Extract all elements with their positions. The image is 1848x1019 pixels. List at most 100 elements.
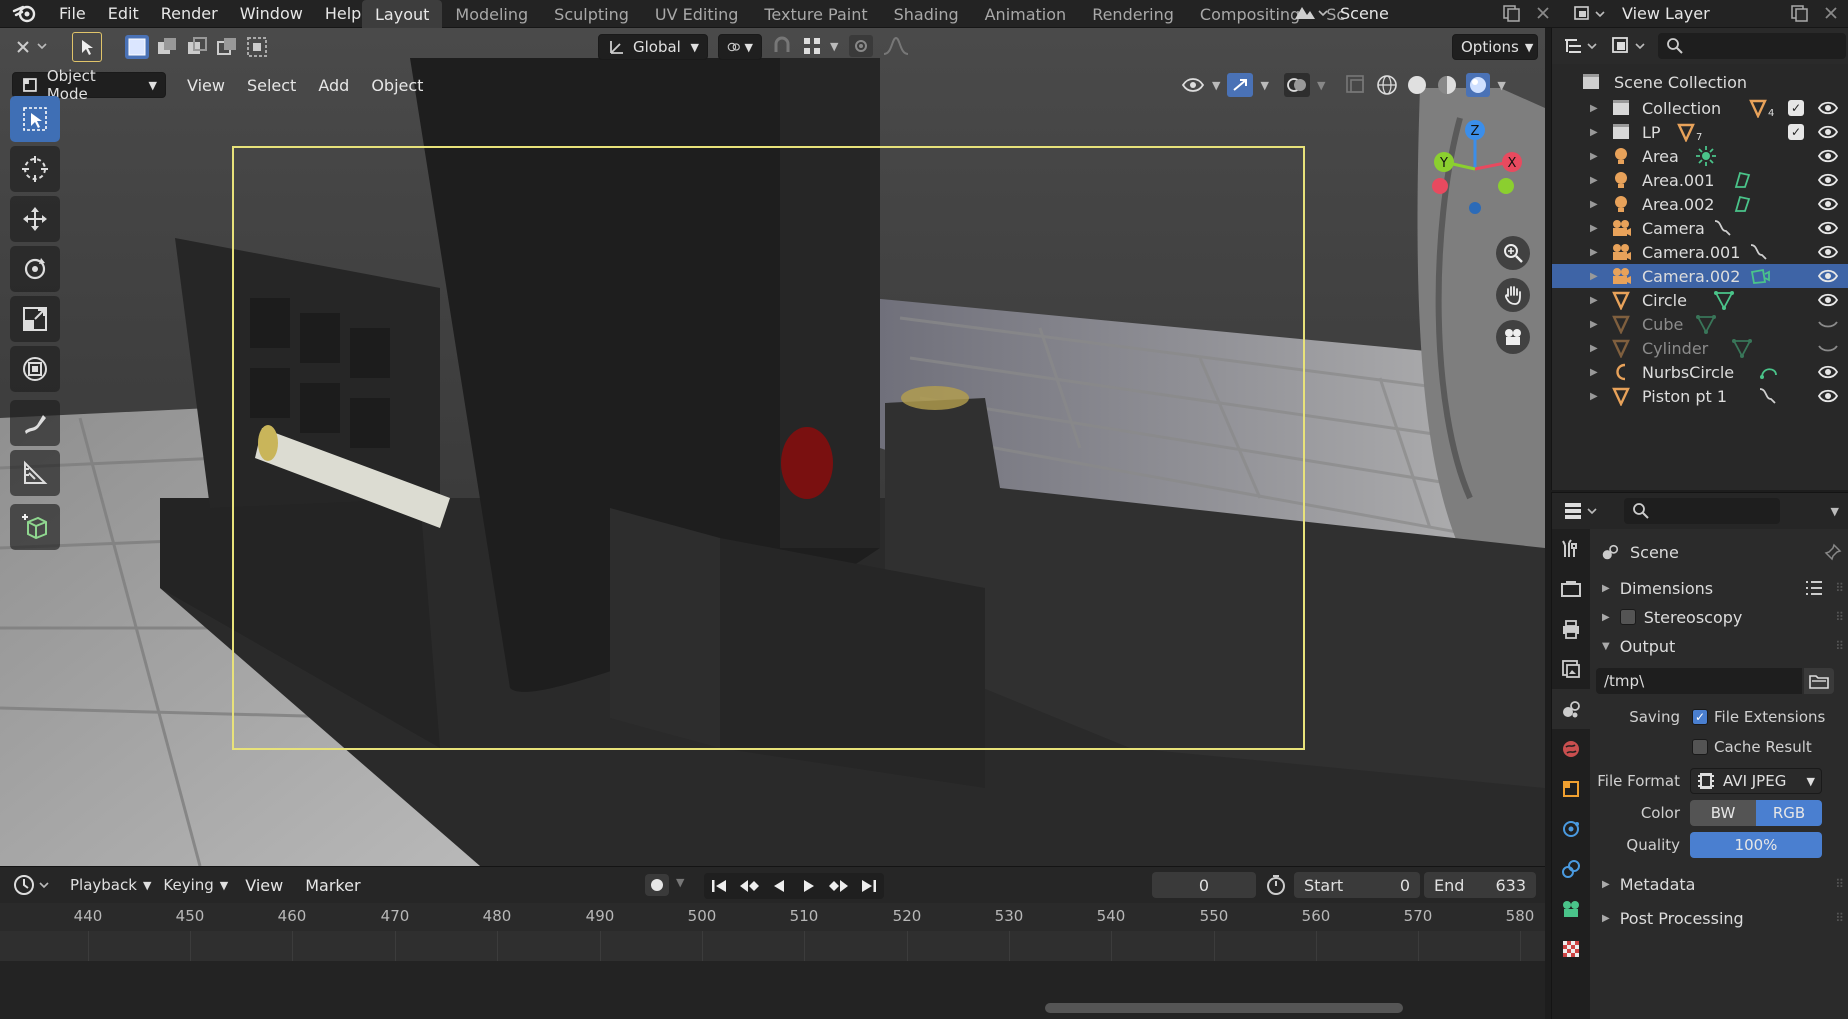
panel-stereoscopy-header[interactable]: ▶ Stereoscopy ⠿ xyxy=(1596,602,1846,632)
outliner-item[interactable]: ▶ Circle xyxy=(1552,288,1848,312)
view-layer-selector[interactable]: View Layer xyxy=(1568,0,1848,26)
vertex-data-icon[interactable] xyxy=(1694,313,1718,335)
exclude-checkbox[interactable]: ✓ xyxy=(1788,100,1804,116)
wireframe-shading-icon[interactable] xyxy=(1375,73,1399,97)
constraint-icon[interactable] xyxy=(1757,385,1781,407)
menu-window[interactable]: Window xyxy=(229,4,314,23)
select-invert-icon[interactable] xyxy=(214,34,240,60)
panel-output-header[interactable]: ▼ Output ⠿ xyxy=(1596,631,1846,661)
outliner-item[interactable]: ▶ Area xyxy=(1552,144,1848,168)
vertex-data-icon[interactable] xyxy=(1712,289,1736,311)
options-dropdown[interactable]: Options ▼ xyxy=(1452,34,1538,60)
select-box-tool[interactable] xyxy=(10,96,60,142)
stereoscopy-checkbox[interactable] xyxy=(1619,609,1636,625)
start-frame-field[interactable]: Start 0 xyxy=(1294,872,1420,898)
tab-modeling[interactable]: Modeling xyxy=(442,0,541,28)
expand-arrow-icon[interactable]: ▶ xyxy=(1590,319,1598,330)
drag-handle-icon[interactable]: ⠿ xyxy=(1835,911,1844,925)
color-mode-rgb[interactable]: RGB xyxy=(1756,800,1822,826)
select-box-tool-icon[interactable] xyxy=(72,32,102,62)
panel-metadata-header[interactable]: ▶ Metadata ⠿ xyxy=(1596,869,1846,899)
chevron-down-icon[interactable]: ▼ xyxy=(1497,79,1505,92)
timeline-editor-type-icon[interactable] xyxy=(12,873,54,897)
drag-handle-icon[interactable]: ⠿ xyxy=(1835,877,1844,891)
menu-edit[interactable]: Edit xyxy=(97,4,150,23)
panel-dimensions-header[interactable]: ▶ Dimensions ⠿ xyxy=(1596,573,1846,603)
gizmo-neg-z-axis[interactable] xyxy=(1469,202,1481,214)
eye-visible-icon[interactable] xyxy=(1816,217,1840,239)
expand-arrow-icon[interactable]: ▶ xyxy=(1590,223,1598,234)
navigation-gizmo[interactable]: Z X Y xyxy=(1420,114,1530,224)
chevron-down-icon[interactable]: ▼ xyxy=(676,876,684,889)
outliner-item[interactable]: ▶ Cube xyxy=(1552,312,1848,336)
light-data-icon[interactable] xyxy=(1730,169,1754,191)
delete-scene-icon[interactable] xyxy=(1536,6,1550,20)
eye-hidden-icon[interactable] xyxy=(1816,337,1840,359)
gizmo-toggle-icon[interactable] xyxy=(1226,72,1254,98)
jump-to-keyframe-prev-icon[interactable] xyxy=(735,874,763,898)
select-intersect-icon[interactable] xyxy=(244,34,270,60)
add-cube-tool[interactable] xyxy=(10,504,60,550)
tab-uv-editing[interactable]: UV Editing xyxy=(642,0,751,28)
play-icon[interactable] xyxy=(795,874,823,898)
3d-viewport[interactable]: Global ▼ ▼ ▼ Options ▼ Object Mode ▼ Vie… xyxy=(0,28,1545,866)
tab-object-data[interactable] xyxy=(1552,889,1590,929)
timeline-horizontal-scrollbar[interactable] xyxy=(1045,1003,1403,1013)
viewport-menu-add[interactable]: Add xyxy=(307,76,360,95)
outliner-item[interactable]: ▶ Camera.002 xyxy=(1552,264,1848,288)
jump-to-keyframe-next-icon[interactable] xyxy=(825,874,853,898)
expand-arrow-icon[interactable]: ▶ xyxy=(1590,127,1598,138)
pivot-point-dropdown[interactable]: ▼ xyxy=(718,34,762,60)
expand-arrow-icon[interactable]: ▶ xyxy=(1590,247,1598,258)
chevron-down-icon[interactable]: ▼ xyxy=(1212,79,1220,92)
move-tool[interactable] xyxy=(10,196,60,242)
proportional-falloff-icon[interactable] xyxy=(882,34,910,58)
exclude-checkbox[interactable]: ✓ xyxy=(1788,124,1804,140)
cache-result-checkbox[interactable] xyxy=(1692,739,1708,755)
eye-visible-icon[interactable] xyxy=(1816,385,1840,407)
tab-view-layer[interactable] xyxy=(1552,649,1590,689)
viewport-menu-view[interactable]: View xyxy=(176,76,236,95)
eye-hidden-icon[interactable] xyxy=(1816,313,1840,335)
sun-light-icon[interactable] xyxy=(1694,145,1718,167)
chevron-down-icon[interactable]: ▼ xyxy=(1831,505,1839,518)
constraint-icon[interactable] xyxy=(1748,241,1772,263)
tab-tool[interactable] xyxy=(1552,529,1590,569)
end-frame-field[interactable]: End 633 xyxy=(1424,872,1536,898)
outliner-item[interactable]: ▶ Camera xyxy=(1552,216,1848,240)
eye-visible-icon[interactable] xyxy=(1816,145,1840,167)
browse-folder-button[interactable] xyxy=(1804,668,1834,694)
expand-arrow-icon[interactable]: ▶ xyxy=(1590,175,1598,186)
timeline-frame-ruler[interactable]: 440 450 460 470 480 490 500 510 520 530 … xyxy=(0,903,1545,931)
outliner-item[interactable]: ▶ Collection 4 ✓ xyxy=(1552,96,1848,120)
expand-arrow-icon[interactable]: ▶ xyxy=(1590,391,1598,402)
pan-button[interactable] xyxy=(1496,278,1530,312)
solid-shading-icon[interactable] xyxy=(1405,73,1429,97)
viewport-scene-render[interactable] xyxy=(0,28,1545,866)
select-extend-icon[interactable] xyxy=(154,34,180,60)
quality-slider[interactable]: 100% xyxy=(1690,832,1822,858)
new-view-layer-icon[interactable] xyxy=(1790,4,1810,22)
rotate-tool[interactable] xyxy=(10,246,60,292)
expand-arrow-icon[interactable]: ▶ xyxy=(1590,271,1598,282)
measure-tool[interactable] xyxy=(10,450,60,496)
eye-visible-icon[interactable] xyxy=(1816,97,1840,119)
timeline-editor[interactable]: Playback ▼ Keying ▼ View Marker ▼ 0 Start … xyxy=(0,866,1545,1019)
delete-view-layer-icon[interactable] xyxy=(1824,6,1838,20)
vertex-data-icon[interactable] xyxy=(1730,337,1754,359)
properties-search-input[interactable] xyxy=(1624,498,1780,524)
expand-arrow-icon[interactable]: ▶ xyxy=(1590,103,1598,114)
tab-sculpting[interactable]: Sculpting xyxy=(541,0,642,28)
chevron-down-icon[interactable]: ▼ xyxy=(830,40,838,53)
scene-selector[interactable]: Scene xyxy=(1290,0,1560,26)
cursor-tool[interactable] xyxy=(10,146,60,192)
file-extensions-checkbox[interactable]: ✓ xyxy=(1692,709,1708,725)
tab-shading[interactable]: Shading xyxy=(881,0,972,28)
outliner-item[interactable]: ▶ Area.002 xyxy=(1552,192,1848,216)
tab-output[interactable] xyxy=(1552,609,1590,649)
camera-data-icon[interactable] xyxy=(1748,265,1772,287)
object-mode-dropdown[interactable]: Object Mode ▼ xyxy=(12,67,166,103)
light-data-icon[interactable] xyxy=(1730,193,1754,215)
curve-data-icon[interactable] xyxy=(1757,361,1781,383)
tab-rendering[interactable]: Rendering xyxy=(1079,0,1187,28)
